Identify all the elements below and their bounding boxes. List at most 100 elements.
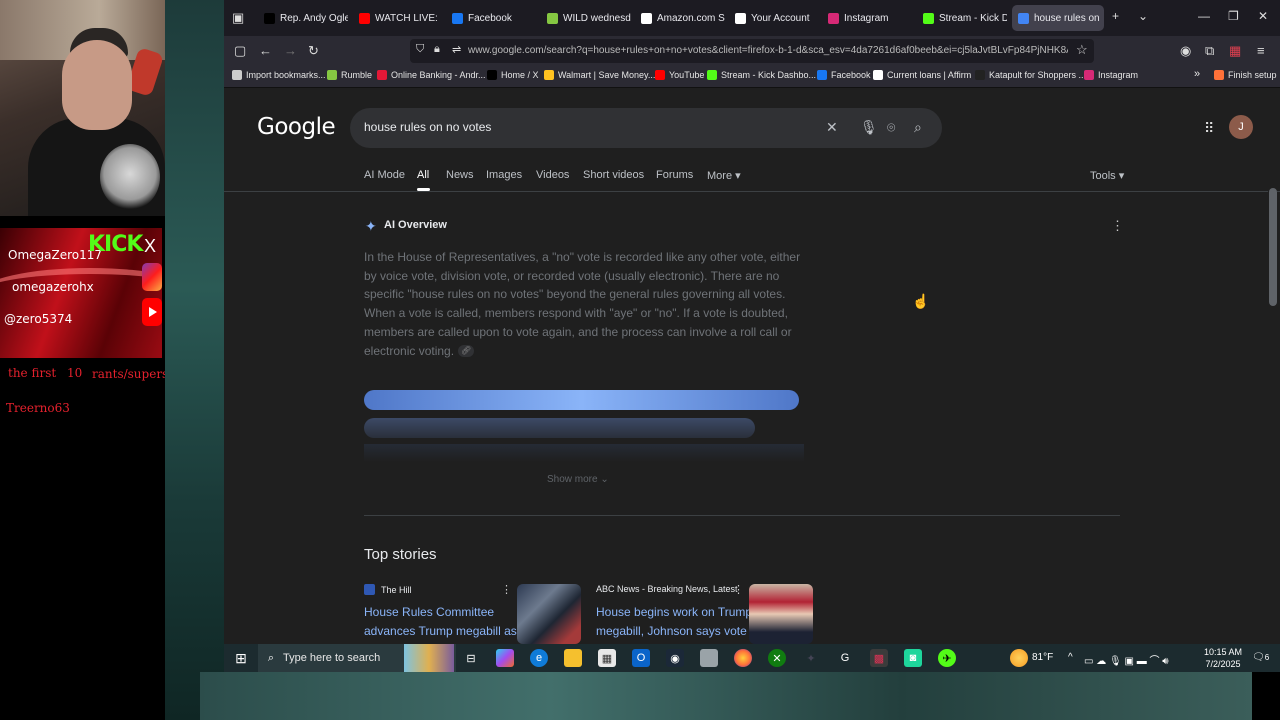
google-apps-icon[interactable]: ⠿: [1204, 120, 1214, 137]
bookmark-item[interactable]: Current loans | Affirm: [873, 70, 971, 80]
url-text[interactable]: www.google.com/search?q=house+rules+on+n…: [468, 45, 1068, 56]
tab-list-chevron-icon[interactable]: ⌄: [1138, 9, 1148, 23]
tab-overview-icon[interactable]: ▣: [232, 10, 244, 26]
shield-icon[interactable]: ⛉: [416, 43, 424, 56]
link-icon[interactable]: 🔗︎: [458, 345, 475, 358]
url-bar[interactable]: ⛉ 🔒︎ ⇌ www.google.com/search?q=house+rul…: [410, 39, 1094, 63]
extension-badge-icon[interactable]: ▦: [1229, 43, 1241, 59]
weather-icon[interactable]: [1010, 649, 1028, 667]
edge-icon[interactable]: e: [530, 649, 548, 667]
app-icon[interactable]: G: [836, 649, 854, 667]
bookmark-item[interactable]: YouTube: [655, 70, 704, 80]
show-hidden-icons-icon[interactable]: ^: [1068, 652, 1073, 663]
tab-1[interactable]: WATCH LIVE:: [353, 5, 441, 31]
search-box[interactable]: house rules on no votes ✕ 🎙︎ ⌾ ⌕: [350, 108, 942, 148]
steam-icon[interactable]: ◉: [666, 649, 684, 667]
tab-5[interactable]: Your Account: [729, 5, 819, 31]
xbox-icon[interactable]: ✕: [768, 649, 786, 667]
taskbar-search[interactable]: ⌕ Type here to search: [258, 644, 456, 672]
bookmark-item[interactable]: Rumble: [327, 70, 372, 80]
scrollbar-thumb[interactable]: [1269, 188, 1277, 306]
tab-ai-mode[interactable]: AI Mode: [364, 169, 405, 181]
tray-icons[interactable]: ▭ ☁ 🎙︎ ▣ ▬ ⌒ 🔊︎: [1084, 652, 1169, 667]
amazon-icon: [641, 12, 652, 24]
bookmark-item[interactable]: Katapult for Shoppers ...: [975, 70, 1086, 80]
tab-videos[interactable]: Videos: [536, 169, 569, 181]
close-window-icon[interactable]: ✕: [1258, 9, 1268, 23]
tab-news[interactable]: News: [446, 169, 474, 181]
search-highlight-icon[interactable]: [404, 644, 454, 672]
bookmark-item[interactable]: Stream - Kick Dashbo...: [707, 70, 816, 80]
tab-images[interactable]: Images: [486, 169, 522, 181]
extensions-icon[interactable]: ⧉: [1205, 43, 1214, 59]
notifications-icon[interactable]: 🗨︎6: [1252, 652, 1269, 663]
lens-search-icon[interactable]: ⌾: [887, 119, 895, 136]
forward-icon[interactable]: →: [284, 43, 297, 58]
copilot-icon[interactable]: [496, 649, 514, 667]
temperature[interactable]: 81°F: [1032, 652, 1053, 663]
account-icon[interactable]: ◉: [1180, 43, 1191, 59]
minimize-icon[interactable]: —: [1198, 9, 1210, 23]
search-icon[interactable]: ⌕: [914, 119, 922, 136]
tab-forums[interactable]: Forums: [656, 169, 693, 181]
screen: OmegaZero117 KICK X omegazerohx @zero537…: [0, 0, 1280, 720]
app-icon[interactable]: ✦: [802, 649, 820, 667]
amazon-icon: [735, 12, 746, 24]
bookmark-item[interactable]: Home / X: [487, 70, 539, 80]
app-icon[interactable]: ◙: [904, 649, 922, 667]
tab-6[interactable]: Instagram: [822, 5, 912, 31]
story-title[interactable]: House begins work on Trump megabill, Joh…: [596, 603, 752, 641]
app-icon[interactable]: ▩: [870, 649, 888, 667]
story-thumbnail[interactable]: [749, 584, 813, 644]
tab-0[interactable]: Rep. Andy Ogles -: [258, 5, 348, 31]
app-icon[interactable]: ✈: [938, 649, 956, 667]
back-icon[interactable]: ←: [259, 43, 272, 58]
tab-short-videos[interactable]: Short videos: [583, 169, 644, 181]
app-icon[interactable]: [700, 649, 718, 667]
file-explorer-icon[interactable]: [564, 649, 582, 667]
last-supporter: Treerno63: [6, 401, 70, 415]
more-options-icon[interactable]: ⋮: [1111, 218, 1124, 234]
restore-icon[interactable]: ❐: [1228, 9, 1239, 23]
clear-search-icon[interactable]: ✕: [826, 119, 838, 136]
story-title[interactable]: House Rules Committee advances Trump meg…: [364, 603, 517, 641]
bookmark-item[interactable]: Import bookmarks...: [232, 70, 326, 80]
search-input[interactable]: house rules on no votes: [364, 120, 491, 134]
windows-start-icon[interactable]: ⊞: [232, 649, 250, 667]
bookmark-item[interactable]: Facebook: [817, 70, 871, 80]
app-menu-icon[interactable]: ≡: [1257, 43, 1265, 58]
tab-7[interactable]: Stream - Kick Das: [917, 5, 1007, 31]
google-logo[interactable]: Google: [257, 114, 336, 140]
tab-2[interactable]: Facebook: [446, 5, 536, 31]
tools-button[interactable]: Tools ▾: [1090, 169, 1124, 182]
outlook-icon[interactable]: O: [632, 649, 650, 667]
bookmark-item[interactable]: Walmart | Save Money...: [544, 70, 655, 80]
show-more-button[interactable]: Show more ⌄: [547, 474, 609, 485]
tab-4[interactable]: Amazon.com Sho: [635, 5, 725, 31]
permissions-icon[interactable]: ⇌: [452, 43, 461, 56]
bookmark-item[interactable]: Online Banking - Andr...: [377, 70, 486, 80]
story-menu-icon[interactable]: ⋮: [733, 583, 744, 596]
reload-icon[interactable]: ↻: [308, 43, 319, 59]
task-view-icon[interactable]: ⊟: [462, 649, 480, 667]
more-bookmarks-icon[interactable]: »: [1194, 68, 1200, 80]
bookmark-item[interactable]: Instagram: [1084, 70, 1138, 80]
tab-more[interactable]: More ▾: [707, 169, 741, 182]
tab-8[interactable]: house rules on✕: [1012, 5, 1104, 31]
tab-all[interactable]: All: [417, 169, 429, 181]
system-clock[interactable]: 10:15 AM 7/2/2025: [1204, 646, 1242, 670]
firefox-icon[interactable]: [734, 649, 752, 667]
tab-3[interactable]: WILD wednesday: [541, 5, 631, 31]
search-input[interactable]: Type here to search: [283, 652, 380, 664]
lock-icon[interactable]: 🔒︎: [434, 43, 440, 56]
new-tab-icon[interactable]: +: [1112, 9, 1119, 23]
bookmark-star-icon[interactable]: ☆: [1076, 42, 1088, 58]
avatar[interactable]: J: [1229, 115, 1253, 139]
sidebar-icon[interactable]: ▢: [234, 43, 246, 59]
tab-label: house rules on: [1034, 12, 1100, 24]
finish-setup-button[interactable]: Finish setup: [1214, 70, 1277, 80]
story-thumbnail[interactable]: [517, 584, 581, 644]
voice-search-icon[interactable]: 🎙︎: [860, 119, 878, 136]
store-icon[interactable]: ▦: [598, 649, 616, 667]
story-menu-icon[interactable]: ⋮: [501, 583, 512, 596]
